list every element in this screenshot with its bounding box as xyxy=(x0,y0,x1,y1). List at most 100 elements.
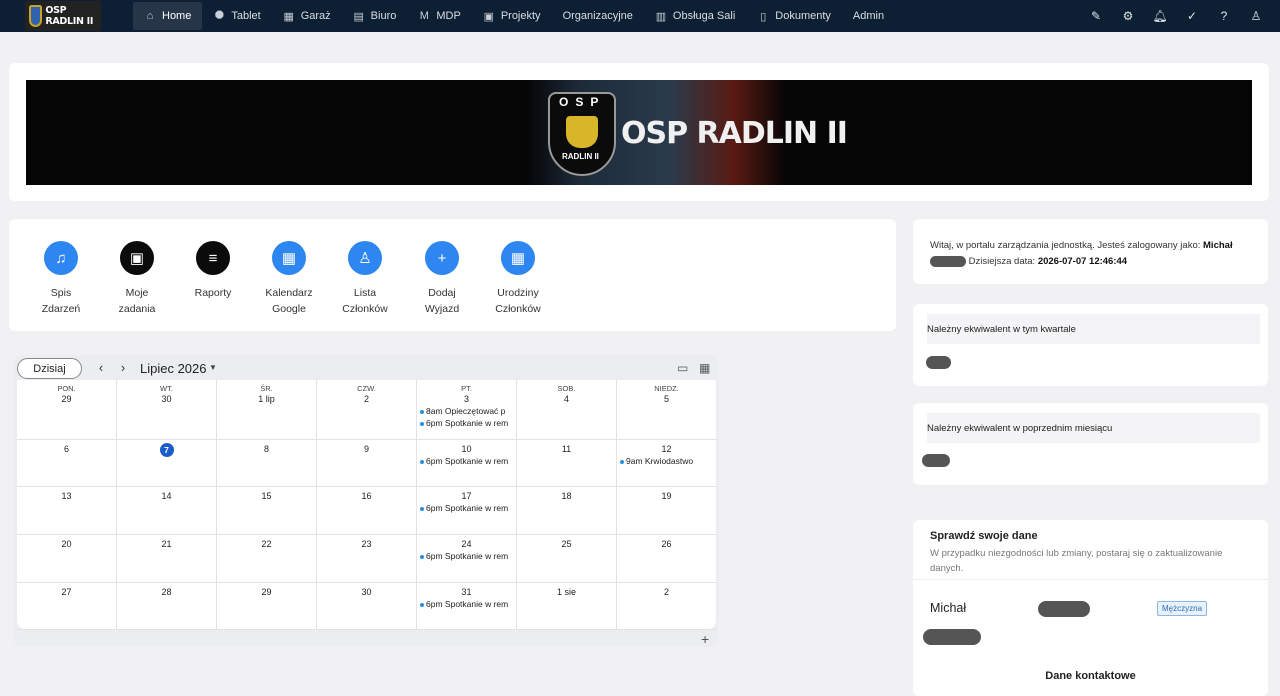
calendar-day-cell[interactable]: WT. 30 xyxy=(117,380,217,440)
nav-item-obsługa-sali[interactable]: ▥ Obsługa Sali xyxy=(644,2,746,30)
day-number[interactable]: 23 xyxy=(317,539,416,549)
action-reports[interactable]: ≡ Raporty xyxy=(175,241,251,302)
day-number[interactable]: 5 xyxy=(617,394,716,404)
action-members[interactable]: ♙ Lista Członków xyxy=(327,241,403,317)
day-number[interactable]: 2 xyxy=(617,587,716,597)
calendar-event[interactable]: 6pm Spotkanie w rem xyxy=(420,599,514,609)
day-number[interactable]: 30 xyxy=(317,587,416,597)
calendar-day-cell[interactable]: 25 xyxy=(517,535,617,583)
calendar-day-cell[interactable]: 30 xyxy=(317,583,417,630)
calendar-day-cell[interactable]: 31 6pm Spotkanie w rem xyxy=(417,583,517,630)
check-circle-icon[interactable]: ✓ xyxy=(1176,9,1208,23)
day-number[interactable]: 2 xyxy=(317,394,416,404)
day-number[interactable]: 24 xyxy=(417,539,516,549)
calendar-day-cell[interactable]: 11 xyxy=(517,440,617,487)
gear-icon[interactable]: ⚙ xyxy=(1112,9,1144,23)
action-birthday-calendar[interactable]: ▦ Urodziny Członków xyxy=(480,241,556,317)
calendar-day-cell[interactable]: 9 xyxy=(317,440,417,487)
calendar-day-cell[interactable]: 29 xyxy=(217,583,317,630)
nav-item-projekty[interactable]: ▣ Projekty xyxy=(472,2,552,30)
day-number[interactable]: 16 xyxy=(317,491,416,501)
agenda-view-icon[interactable]: ▭ xyxy=(677,361,688,375)
calendar-day-cell[interactable]: 27 xyxy=(17,583,117,630)
calendar-event[interactable]: 8am Opieczętować p xyxy=(420,406,514,416)
calendar-day-cell[interactable]: CZW. 2 xyxy=(317,380,417,440)
day-number[interactable]: 29 xyxy=(217,587,316,597)
calendar-day-cell[interactable]: NIEDZ. 5 xyxy=(617,380,716,440)
day-number[interactable]: 27 xyxy=(17,587,116,597)
calendar-day-cell[interactable]: 10 6pm Spotkanie w rem xyxy=(417,440,517,487)
calendar-day-cell[interactable]: 28 xyxy=(117,583,217,630)
day-number[interactable]: 4 xyxy=(517,394,616,404)
day-number[interactable]: 26 xyxy=(617,539,716,549)
day-number[interactable]: 1 sie xyxy=(517,587,616,597)
calendar-day-cell[interactable]: PON. 29 xyxy=(17,380,117,440)
day-number[interactable]: 11 xyxy=(517,444,616,454)
calendar-event[interactable]: 6pm Spotkanie w rem xyxy=(420,456,514,466)
nav-item-organizacyjne[interactable]: Organizacyjne xyxy=(552,2,644,30)
calendar-event[interactable]: 6pm Spotkanie w rem xyxy=(420,418,514,428)
calendar-event[interactable]: 6pm Spotkanie w rem xyxy=(420,551,514,561)
calendar-day-cell[interactable]: 6 xyxy=(17,440,117,487)
nav-item-admin[interactable]: Admin xyxy=(842,2,895,30)
calendar-day-cell[interactable]: 8 xyxy=(217,440,317,487)
day-number[interactable]: 19 xyxy=(617,491,716,501)
calendar-day-cell[interactable]: 19 xyxy=(617,487,716,535)
calendar-day-cell[interactable]: 26 xyxy=(617,535,716,583)
help-icon[interactable]: ? xyxy=(1208,9,1240,23)
action-calendar[interactable]: ▦ Kalendarz Google xyxy=(251,241,327,317)
calendar-month-title[interactable]: Lipiec 2026 xyxy=(140,361,207,376)
brand-logo[interactable]: OSP RADLIN II xyxy=(25,1,101,31)
today-date-marker[interactable]: 7 xyxy=(159,443,174,457)
calendar-day-cell[interactable]: 24 6pm Spotkanie w rem xyxy=(417,535,517,583)
day-number[interactable]: 9 xyxy=(317,444,416,454)
day-number[interactable]: 1 lip xyxy=(217,394,316,404)
nav-item-biuro[interactable]: ▤ Biuro xyxy=(342,2,408,30)
calendar-event[interactable]: 6pm Spotkanie w rem xyxy=(420,503,514,513)
calendar-day-cell[interactable]: 17 6pm Spotkanie w rem xyxy=(417,487,517,535)
calendar-day-cell[interactable]: PT. 3 8am Opieczętować p 6pm Spotkanie w re… xyxy=(417,380,517,440)
day-number[interactable]: 18 xyxy=(517,491,616,501)
today-button[interactable]: Dzisiaj xyxy=(17,358,82,379)
day-number[interactable]: 21 xyxy=(117,539,216,549)
nav-item-garaż[interactable]: ▦ Garaż xyxy=(272,2,342,30)
day-number[interactable]: 31 xyxy=(417,587,516,597)
calendar-day-cell[interactable]: 2 xyxy=(617,583,716,630)
calendar-day-cell[interactable]: 21 xyxy=(117,535,217,583)
action-add[interactable]: + Dodaj Wyjazd xyxy=(404,241,480,317)
nav-item-home[interactable]: ⌂ Home xyxy=(133,2,203,30)
day-number[interactable]: 15 xyxy=(217,491,316,501)
calendar-day-cell[interactable]: 14 xyxy=(117,487,217,535)
calendar-day-cell[interactable]: 15 xyxy=(217,487,317,535)
month-grid-view-icon[interactable]: ▦ xyxy=(699,361,710,375)
day-number[interactable]: 10 xyxy=(417,444,516,454)
day-number[interactable]: 28 xyxy=(117,587,216,597)
nav-item-mdp[interactable]: M MDP xyxy=(407,2,471,30)
user-icon[interactable]: ♙ xyxy=(1240,9,1272,23)
day-number[interactable]: 12 xyxy=(617,444,716,454)
calendar-day-cell[interactable]: 20 xyxy=(17,535,117,583)
calendar-day-cell[interactable]: SOB. 4 xyxy=(517,380,617,440)
day-number[interactable]: 13 xyxy=(17,491,116,501)
day-number[interactable]: 3 xyxy=(417,394,516,404)
day-number[interactable]: 30 xyxy=(117,394,216,404)
chevron-right-icon[interactable]: › xyxy=(116,360,130,375)
day-number[interactable]: 6 xyxy=(17,444,116,454)
calendar-day-cell[interactable]: ŚR. 1 lip xyxy=(217,380,317,440)
day-number[interactable]: 14 xyxy=(117,491,216,501)
chevron-left-icon[interactable]: ‹ xyxy=(94,360,108,375)
day-number[interactable]: 20 xyxy=(17,539,116,549)
calendar-event[interactable]: 9am Krwiodastwo xyxy=(620,456,714,466)
bell-icon[interactable]: 🔔︎ xyxy=(1144,9,1176,23)
calendar-day-cell[interactable]: 23 xyxy=(317,535,417,583)
calendar-day-cell[interactable]: 18 xyxy=(517,487,617,535)
add-event-icon[interactable]: + xyxy=(701,631,709,647)
calendar-day-cell[interactable]: 13 xyxy=(17,487,117,535)
action-tasks[interactable]: ▣ Moje zadania xyxy=(99,241,175,317)
nav-item-dokumenty[interactable]: ▯ Dokumenty xyxy=(746,2,842,30)
caret-down-icon[interactable]: ▼ xyxy=(209,363,217,372)
day-number[interactable]: 8 xyxy=(217,444,316,454)
calendar-day-cell[interactable]: 12 9am Krwiodastwo xyxy=(617,440,716,487)
calendar-day-cell[interactable]: 7 xyxy=(117,440,217,487)
calendar-day-cell[interactable]: 16 xyxy=(317,487,417,535)
